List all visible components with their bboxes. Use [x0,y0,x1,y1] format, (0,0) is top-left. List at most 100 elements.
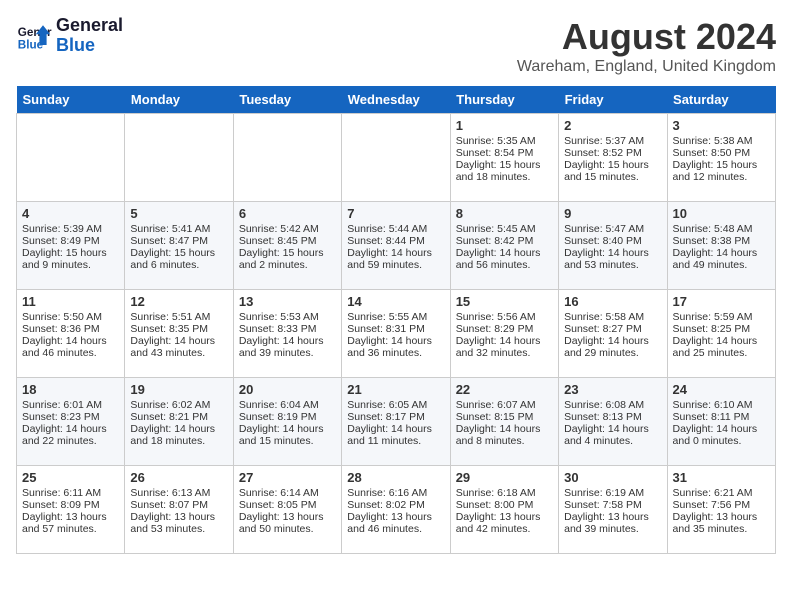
day-cell-15: 15Sunrise: 5:56 AMSunset: 8:29 PMDayligh… [450,290,558,378]
day-cell-2: 2Sunrise: 5:37 AMSunset: 8:52 PMDaylight… [559,114,667,202]
day-info: Sunset: 8:44 PM [347,235,444,247]
day-info: and 4 minutes. [564,435,661,447]
day-info: and 0 minutes. [673,435,770,447]
day-info: Sunset: 8:50 PM [673,147,770,159]
day-number: 7 [347,206,444,221]
day-info: and 57 minutes. [22,523,119,535]
day-number: 10 [673,206,770,221]
day-cell-6: 6Sunrise: 5:42 AMSunset: 8:45 PMDaylight… [233,202,341,290]
day-info: Sunrise: 6:19 AM [564,487,661,499]
day-number: 22 [456,382,553,397]
day-cell-23: 23Sunrise: 6:08 AMSunset: 8:13 PMDayligh… [559,378,667,466]
day-info: Sunrise: 6:16 AM [347,487,444,499]
day-info: Sunrise: 6:21 AM [673,487,770,499]
day-number: 9 [564,206,661,221]
day-info: Sunrise: 6:14 AM [239,487,336,499]
day-cell-21: 21Sunrise: 6:05 AMSunset: 8:17 PMDayligh… [342,378,450,466]
day-number: 6 [239,206,336,221]
day-info: Sunrise: 6:08 AM [564,399,661,411]
day-info: and 2 minutes. [239,259,336,271]
day-info: Sunset: 8:05 PM [239,499,336,511]
day-info: Sunset: 8:23 PM [22,411,119,423]
day-cell-9: 9Sunrise: 5:47 AMSunset: 8:40 PMDaylight… [559,202,667,290]
day-info: Daylight: 14 hours [456,247,553,259]
day-info: Sunset: 8:19 PM [239,411,336,423]
day-info: and 39 minutes. [564,523,661,535]
day-cell-30: 30Sunrise: 6:19 AMSunset: 7:58 PMDayligh… [559,466,667,554]
day-info: Sunrise: 5:47 AM [564,223,661,235]
day-info: Daylight: 15 hours [239,247,336,259]
day-info: Daylight: 13 hours [564,511,661,523]
day-info: and 53 minutes. [130,523,227,535]
day-info: Daylight: 14 hours [673,247,770,259]
day-info: Sunset: 8:52 PM [564,147,661,159]
day-info: Sunrise: 5:55 AM [347,311,444,323]
calendar-header: SundayMondayTuesdayWednesdayThursdayFrid… [17,86,776,114]
day-cell-13: 13Sunrise: 5:53 AMSunset: 8:33 PMDayligh… [233,290,341,378]
day-info: Daylight: 14 hours [239,335,336,347]
calendar-body: 1 Sunrise: 5:35 AMSunset: 8:54 PM Daylight… [17,114,776,554]
day-info: Sunrise: 5:35 AM [456,135,553,147]
day-info: Sunrise: 5:50 AM [22,311,119,323]
day-info: and 15 minutes. [239,435,336,447]
day-info: Sunset: 8:21 PM [130,411,227,423]
header-row: SundayMondayTuesdayWednesdayThursdayFrid… [17,86,776,114]
day-cell-11: 11Sunrise: 5:50 AMSunset: 8:36 PMDayligh… [17,290,125,378]
day-number: 19 [130,382,227,397]
day-info: and 46 minutes. [22,347,119,359]
day-number: 27 [239,470,336,485]
day-info: and 56 minutes. [456,259,553,271]
day-info: Sunset: 8:27 PM [564,323,661,335]
day-info: and 53 minutes. [564,259,661,271]
col-header-monday: Monday [125,86,233,114]
day-cell-empty [17,114,125,202]
week-row-5: 25Sunrise: 6:11 AMSunset: 8:09 PMDayligh… [17,466,776,554]
day-info: Sunrise: 5:39 AM [22,223,119,235]
day-info: Sunset: 8:17 PM [347,411,444,423]
col-header-sunday: Sunday [17,86,125,114]
day-info: Sunrise: 5:51 AM [130,311,227,323]
day-info: and 18 minutes. [130,435,227,447]
day-info: Sunset: 8:45 PM [239,235,336,247]
day-info: Sunset: 8:35 PM [130,323,227,335]
day-info: Daylight: 14 hours [130,335,227,347]
day-info: Sunset: 8:38 PM [673,235,770,247]
day-number: 25 [22,470,119,485]
day-info: Daylight: 14 hours [22,335,119,347]
day-info: Sunrise: 5:56 AM [456,311,553,323]
day-info: Sunrise: 6:18 AM [456,487,553,499]
month-year-title: August 2024 [517,16,776,58]
day-info: Sunrise: 5:58 AM [564,311,661,323]
day-info: and 39 minutes. [239,347,336,359]
day-info: and 49 minutes. [673,259,770,271]
day-info: Sunrise: 6:13 AM [130,487,227,499]
day-info: Daylight: 13 hours [130,511,227,523]
day-cell-27: 27Sunrise: 6:14 AMSunset: 8:05 PMDayligh… [233,466,341,554]
day-info: and 11 minutes. [347,435,444,447]
day-number: 4 [22,206,119,221]
day-number: 1 [456,118,553,133]
day-info: Daylight: 15 hours [130,247,227,259]
day-number: 2 [564,118,661,133]
day-info: and 6 minutes. [130,259,227,271]
day-cell-5: 5Sunrise: 5:41 AMSunset: 8:47 PMDaylight… [125,202,233,290]
day-cell-12: 12Sunrise: 5:51 AMSunset: 8:35 PMDayligh… [125,290,233,378]
day-number: 23 [564,382,661,397]
day-info: Sunset: 8:11 PM [673,411,770,423]
day-number: 26 [130,470,227,485]
day-info: Daylight: 15 hours [673,159,770,171]
day-cell-20: 20Sunrise: 6:04 AMSunset: 8:19 PMDayligh… [233,378,341,466]
day-info: and 35 minutes. [673,523,770,535]
col-header-friday: Friday [559,86,667,114]
day-cell-29: 29Sunrise: 6:18 AMSunset: 8:00 PMDayligh… [450,466,558,554]
day-info: Daylight: 14 hours [673,335,770,347]
day-number: 5 [130,206,227,221]
day-number: 29 [456,470,553,485]
day-info: Sunset: 8:25 PM [673,323,770,335]
day-cell-18: 18Sunrise: 6:01 AMSunset: 8:23 PMDayligh… [17,378,125,466]
week-row-1: 1 Sunrise: 5:35 AMSunset: 8:54 PM Daylight… [17,114,776,202]
day-info: Sunrise: 5:53 AM [239,311,336,323]
day-info: Sunset: 8:54 PM [456,147,553,159]
day-info: and 22 minutes. [22,435,119,447]
day-info: and 18 minutes. [456,171,553,183]
